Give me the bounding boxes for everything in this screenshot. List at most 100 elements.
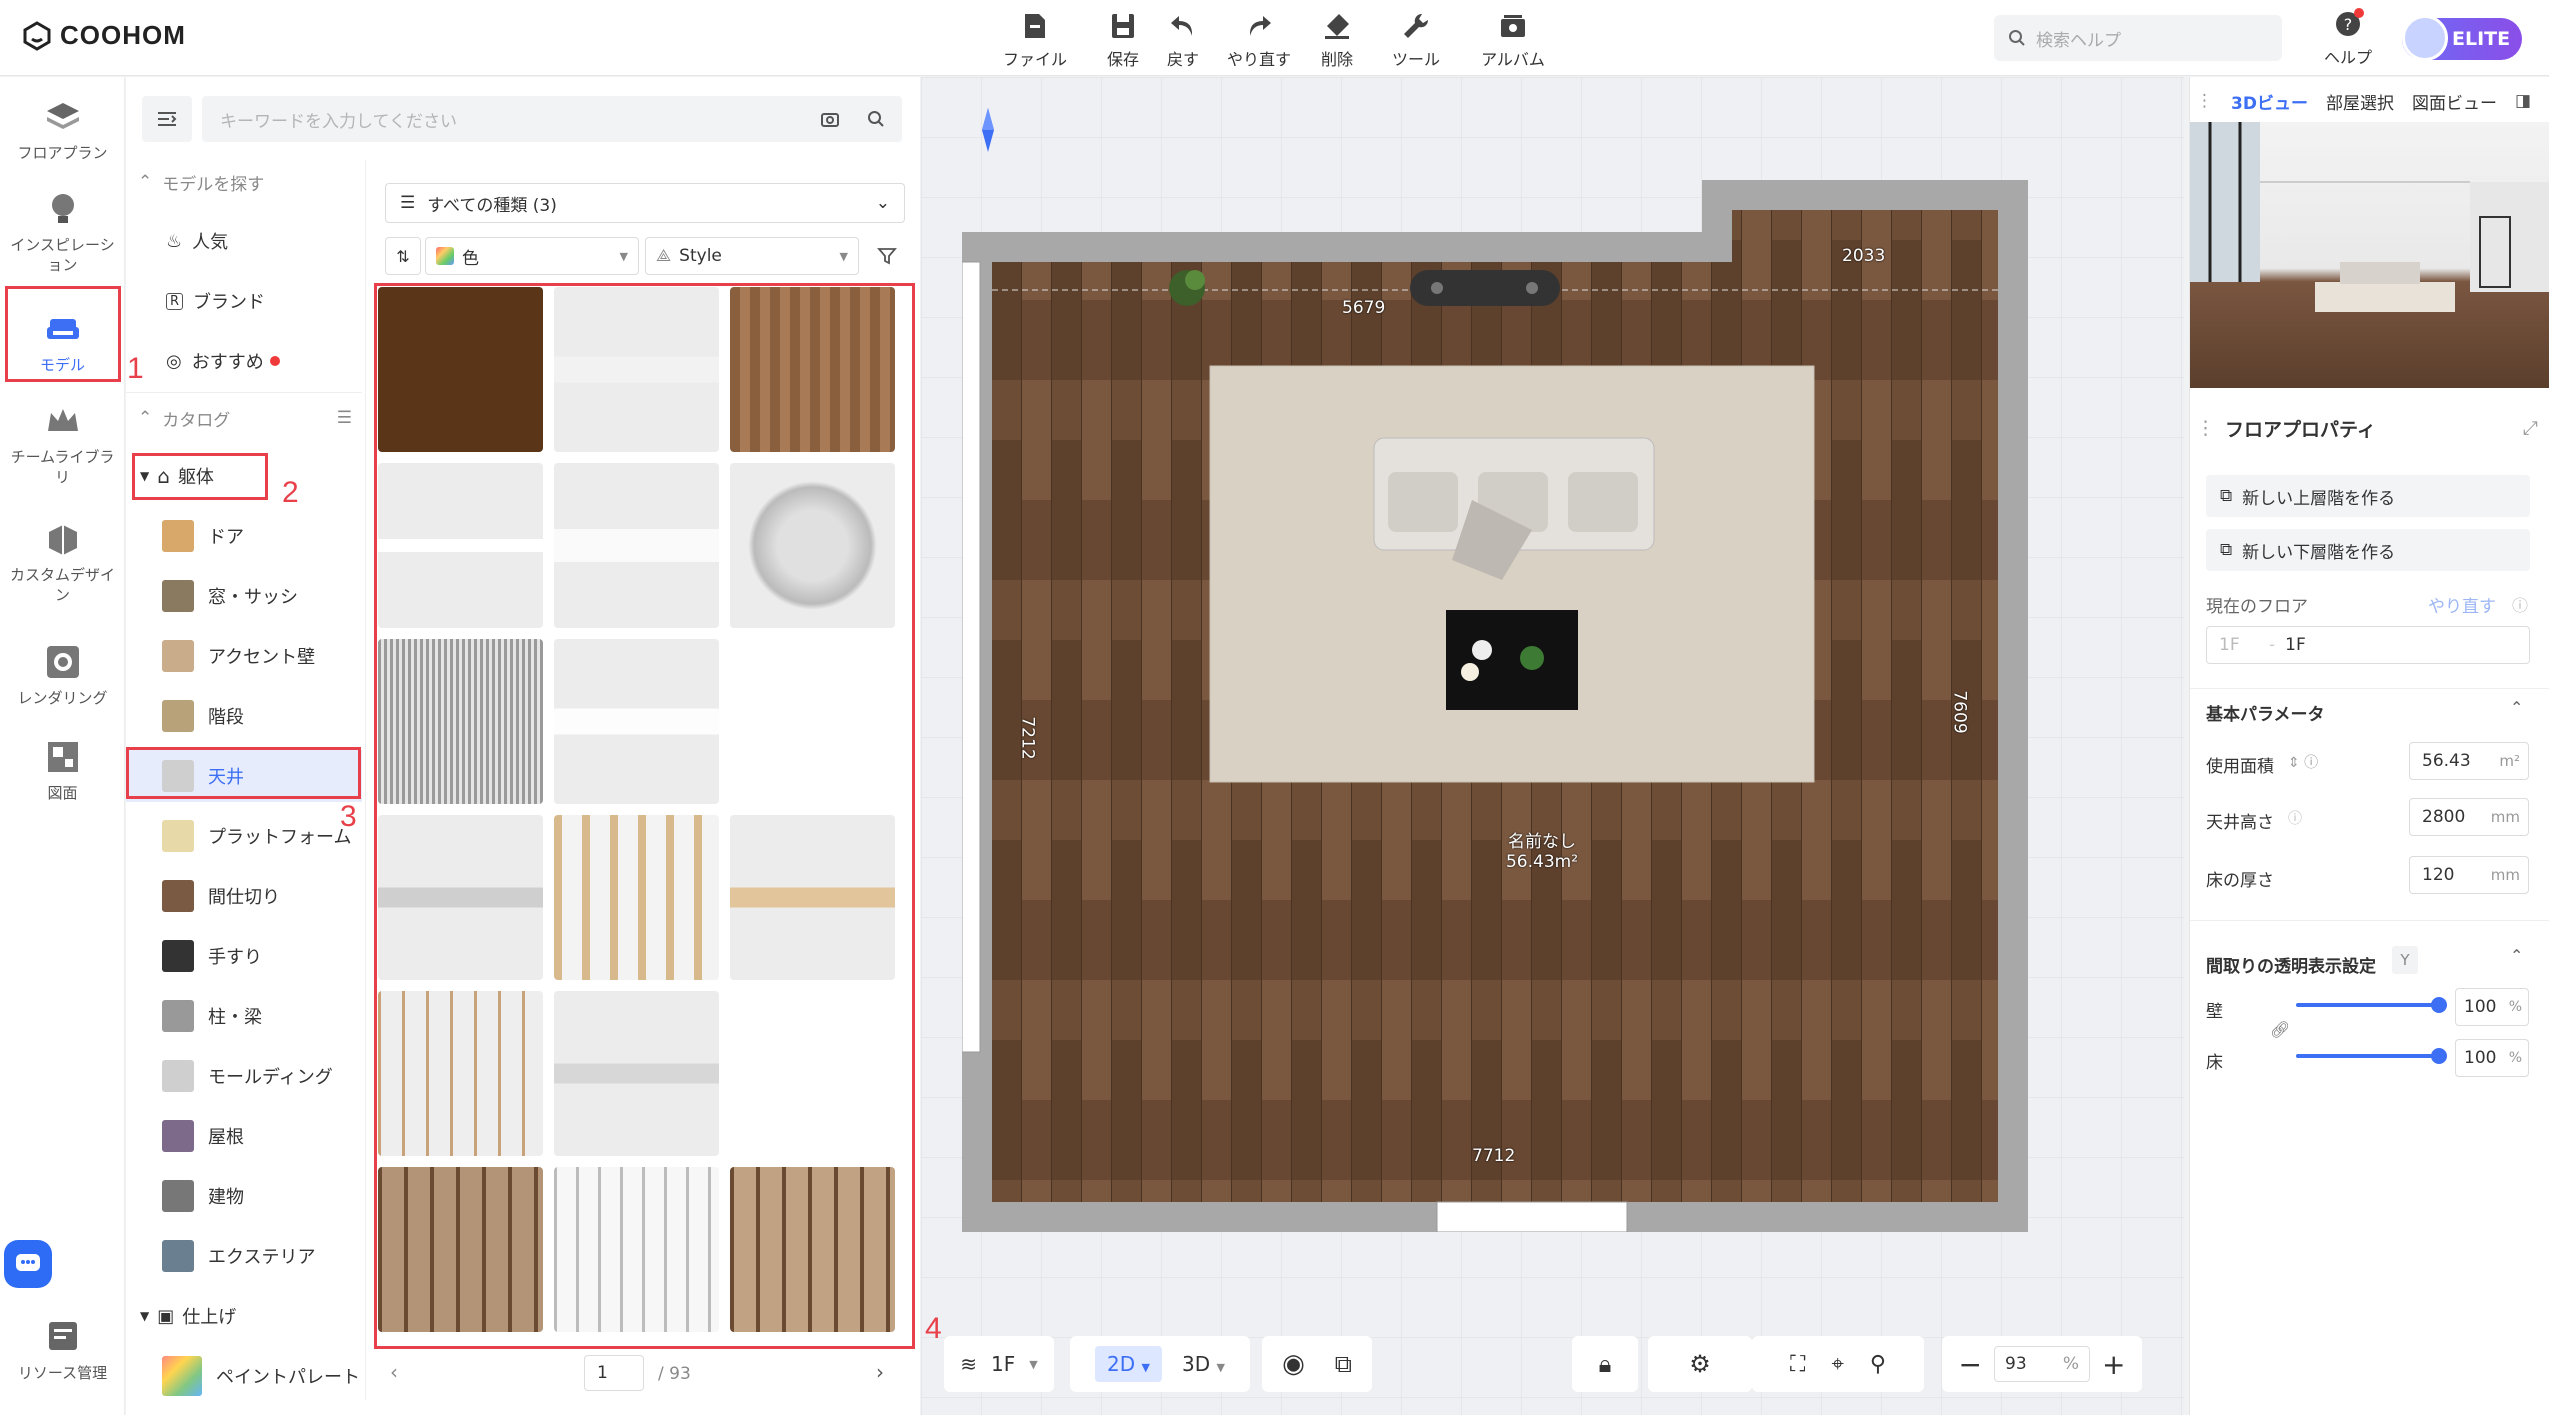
chevron-up-icon[interactable]: ⌃	[2510, 698, 2523, 717]
floorplan[interactable]: 5679 2033 7212 7609 7712 名前なし 56.43m²	[961, 180, 2028, 1233]
search-icon[interactable]	[866, 109, 886, 129]
wall-label: 壁	[2206, 1002, 2223, 1022]
floor-name-input[interactable]: 1F - 1F	[2206, 626, 2530, 664]
collapse-panel-button[interactable]	[142, 96, 192, 142]
create-lower-floor-label: 新しい下層階を作る	[2242, 542, 2396, 563]
structure-item[interactable]: ドア	[126, 510, 366, 562]
structure-item[interactable]: 階段	[126, 690, 366, 742]
ceiling-height-input[interactable]: 2800 mm	[2409, 798, 2529, 836]
fit-view-icon[interactable]: ⛶	[1790, 1352, 1805, 1377]
sort-button[interactable]: ⇅	[385, 237, 421, 275]
structure-item[interactable]: 間仕切り	[126, 870, 366, 922]
floor-opacity-input[interactable]: 100 %	[2455, 1039, 2529, 1077]
finish-item-paint[interactable]: ペイントパレート	[126, 1350, 366, 1402]
zoom-in-button[interactable]: +	[2102, 1348, 2125, 1381]
expand-icon[interactable]: ◨	[2515, 91, 2531, 111]
tab-drawing-view[interactable]: 図面ビュー	[2412, 89, 2497, 114]
chat-bubble-icon	[16, 1254, 40, 1271]
prev-page-button[interactable]: ‹	[390, 1360, 398, 1384]
wall-opacity-input[interactable]: 100 %	[2455, 988, 2529, 1026]
room-label[interactable]: 名前なし 56.43m²	[1482, 832, 1602, 872]
view-2d-button[interactable]: 2D ▼	[1095, 1346, 1162, 1382]
structure-item[interactable]: 柱・梁	[126, 990, 366, 1042]
type-filter-select[interactable]: ☰ すべての種類 (3) ⌄	[385, 183, 905, 223]
nav-team-library[interactable]: チームライブラリ	[0, 401, 125, 487]
resource-icon	[48, 1322, 77, 1350]
floor-selector[interactable]: ≋ 1F ▼	[944, 1336, 1054, 1392]
style-filter-select[interactable]: ⟁ Style ▼	[645, 237, 859, 275]
page-input[interactable]: 1	[584, 1355, 644, 1391]
find-item-brand[interactable]: R ブランド	[126, 275, 366, 327]
help-button[interactable]: ? ヘルプ	[2320, 8, 2376, 68]
nav-label: リソース管理	[17, 1364, 108, 1382]
group-finish[interactable]: ▼ ▣ 仕上げ	[126, 1290, 366, 1342]
drag-handle-icon[interactable]: ⋮	[2196, 417, 2215, 439]
chevron-up-icon[interactable]: ⌃	[2510, 946, 2523, 965]
structure-item[interactable]: 窓・サッシ	[126, 570, 366, 622]
image-search-icon[interactable]	[820, 109, 840, 129]
nav-floorplan[interactable]: フロアプラン	[0, 97, 125, 163]
structure-item[interactable]: モールディング	[126, 1050, 366, 1102]
advanced-filter-button[interactable]	[870, 237, 904, 275]
lock-button[interactable]: 🔒︎	[1572, 1336, 1638, 1392]
catalog-header[interactable]: ⌃ カタログ ☰	[126, 396, 366, 440]
structure-item[interactable]: エクステリア	[126, 1230, 366, 1282]
file-menu-button[interactable]: ファイル	[995, 10, 1075, 70]
create-upper-floor-button[interactable]: ⧉ 新しい上層階を作る	[2206, 475, 2530, 517]
help-search-input[interactable]: 検索ヘルプ	[1994, 15, 2282, 61]
app-logo[interactable]: COOHOM	[22, 20, 186, 51]
undo-button[interactable]: 戻す	[1143, 10, 1223, 70]
color-filter-select[interactable]: 色 ▼	[425, 237, 639, 275]
nav-inspiration[interactable]: インスピレーション	[0, 189, 125, 275]
wall-slider[interactable]	[2296, 1003, 2442, 1007]
link-icon[interactable]: 🔗︎	[2270, 1020, 2290, 1039]
nav-resource-management[interactable]: リソース管理	[0, 1317, 125, 1383]
tools-menu-button[interactable]: ツール	[1376, 10, 1456, 70]
nav-custom-design[interactable]: カスタムデザイン	[0, 519, 125, 605]
zoom-out-button[interactable]: −	[1959, 1348, 1982, 1381]
find-models-header[interactable]: ⌃ モデルを探す	[126, 160, 366, 204]
redo-button[interactable]: やり直す	[1219, 10, 1299, 70]
new-dot	[269, 356, 280, 366]
focus-icon[interactable]: ⌖	[1831, 1352, 1843, 1377]
chat-button[interactable]	[4, 1240, 52, 1288]
structure-item[interactable]: アクセント壁	[126, 630, 366, 682]
structure-item[interactable]: 建物	[126, 1170, 366, 1222]
structure-item[interactable]: プラットフォーム	[126, 810, 366, 862]
eye-icon[interactable]: ◉	[1282, 1349, 1305, 1379]
find-item-popular[interactable]: ♨ 人気	[126, 215, 366, 267]
next-page-button[interactable]: ›	[876, 1360, 884, 1384]
funnel-icon	[877, 248, 897, 265]
zoom-input[interactable]: 93 %	[1994, 1346, 2090, 1382]
create-lower-floor-button[interactable]: ⧉ 新しい下層階を作る	[2206, 529, 2530, 571]
area-input[interactable]: 56.43 m²	[2409, 742, 2529, 780]
tab-3d-view[interactable]: 3Dビュー	[2231, 89, 2308, 114]
album-button[interactable]: アルバム	[1473, 10, 1553, 70]
category-thumbnail-icon	[162, 1180, 194, 1212]
roller-icon: ▣	[157, 1305, 175, 1327]
zoom-search-icon[interactable]: ⚲	[1870, 1352, 1886, 1377]
floor-slider[interactable]	[2296, 1054, 2442, 1058]
avatar[interactable]	[2402, 15, 2448, 61]
filter-list-icon[interactable]: ☰	[337, 408, 352, 428]
sort-toggle-icon[interactable]: ⇕ ⓘ	[2288, 752, 2318, 772]
drag-handle-icon[interactable]: ⋮	[2196, 91, 2213, 111]
popout-icon[interactable]: ⤢	[2523, 417, 2538, 439]
toggle-settings-button[interactable]: ⚙	[1648, 1336, 1752, 1392]
structure-item[interactable]: 手すり	[126, 930, 366, 982]
model-search-input[interactable]: キーワードを入力してください	[202, 96, 902, 142]
tab-room-select[interactable]: 部屋選択	[2326, 89, 2394, 114]
view-3d-button[interactable]: 3D ▼	[1182, 1352, 1225, 1376]
nav-drawing[interactable]: 図面	[0, 737, 125, 803]
floor-thickness-input[interactable]: 120 mm	[2409, 856, 2529, 894]
delete-button[interactable]: 削除	[1297, 10, 1377, 70]
3d-preview[interactable]	[2190, 122, 2549, 388]
structure-item[interactable]: 屋根	[126, 1110, 366, 1162]
find-item-recommended[interactable]: ◎ おすすめ	[126, 335, 366, 387]
wall-slider-handle[interactable]	[2431, 997, 2447, 1013]
cube-icon[interactable]: ⧉	[1335, 1350, 1352, 1378]
redo-link[interactable]: やり直す	[2428, 592, 2496, 617]
top-bar: COOHOM ファイル 保存 戻す やり直す 削除 ツール アルバム 検索ヘルプ…	[0, 0, 2549, 76]
nav-rendering[interactable]: レンダリング	[0, 642, 125, 708]
floor-slider-handle[interactable]	[2431, 1048, 2447, 1064]
